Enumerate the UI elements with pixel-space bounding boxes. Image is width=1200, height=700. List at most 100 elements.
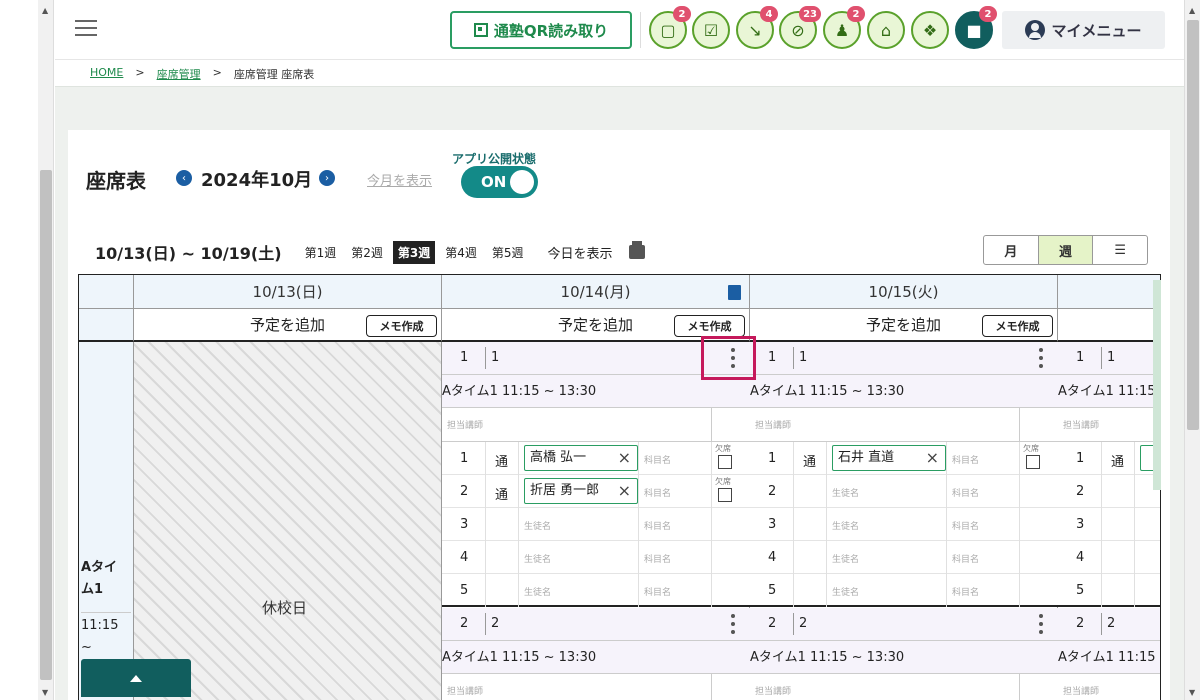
subject-field[interactable]: 科目名	[952, 519, 979, 532]
seat-row[interactable]: 4	[1058, 541, 1160, 574]
my-menu-button[interactable]: マイメニュー	[1002, 11, 1165, 49]
memo-create-button[interactable]: メモ作成	[366, 315, 437, 337]
more-options-icon[interactable]	[1038, 614, 1044, 634]
student-chip[interactable]: 高橋 弘一 ×	[524, 445, 638, 471]
subject-field[interactable]: 科目名	[952, 552, 979, 565]
add-schedule-cell[interactable]: 予定を追加 メモ作成	[134, 309, 442, 342]
scroll-down-icon[interactable]: ▼	[42, 688, 48, 697]
seat-number: 5	[1076, 583, 1085, 598]
memo-create-button[interactable]: メモ作成	[674, 315, 745, 337]
student-field[interactable]: 生徒名	[524, 552, 551, 565]
qr-scan-button[interactable]: 通塾QR読み取り	[450, 11, 632, 49]
view-month-button[interactable]: 月	[984, 236, 1039, 264]
printer-icon[interactable]	[628, 241, 645, 259]
seat-row[interactable]: 1 通	[1058, 442, 1160, 475]
student-field[interactable]: 生徒名	[832, 519, 859, 532]
seat-row[interactable]: 2	[1058, 475, 1160, 508]
publish-toggle[interactable]: ON	[461, 166, 538, 198]
seat-row[interactable]: 1 通 高橋 弘一 × 科目名 欠席	[442, 442, 750, 475]
seat-row[interactable]: 3 生徒名 科目名	[442, 508, 750, 541]
subject-field[interactable]: 科目名	[644, 519, 671, 532]
app-header: 通塾QR読み取り ▢ 2 ☑ ↘ 4 ⊘ 23 ♟ 2 ⌂ ❖ ■ 2 マイメニュー	[55, 0, 1184, 60]
breadcrumb-seat-mgmt[interactable]: 座席管理	[157, 66, 201, 82]
subject-field[interactable]: 科目名	[644, 585, 671, 598]
week-4-tab[interactable]: 第4週	[440, 241, 482, 264]
teacher-row[interactable]: 担当講師	[750, 674, 1058, 700]
seat-row[interactable]: 5 生徒名 科目名	[442, 574, 750, 607]
seat-row[interactable]: 3 生徒名 科目名	[750, 508, 1058, 541]
class-sub-no: 1	[793, 347, 807, 369]
chat-icon[interactable]: ▢ 2	[649, 6, 691, 49]
student-chip[interactable]: 折居 勇一郎 ×	[524, 478, 638, 504]
seat-number: 2	[1076, 484, 1085, 499]
view-list-icon[interactable]: ☰	[1093, 236, 1147, 264]
absent-checkbox[interactable]	[718, 455, 732, 469]
scroll-to-top-button[interactable]	[81, 659, 191, 697]
more-options-icon[interactable]	[730, 614, 736, 634]
view-week-button[interactable]: 週	[1038, 236, 1094, 264]
student-field[interactable]: 生徒名	[832, 585, 859, 598]
prev-month-icon[interactable]: ‹	[176, 170, 192, 186]
seat-row[interactable]: 4 生徒名 科目名	[442, 541, 750, 574]
week-5-tab[interactable]: 第5週	[487, 241, 529, 264]
week-1-tab[interactable]: 第1週	[300, 241, 342, 264]
remove-icon[interactable]: ×	[618, 479, 631, 503]
teacher-row[interactable]: 担当講師	[442, 408, 750, 442]
document-icon[interactable]	[728, 285, 741, 300]
seat-row[interactable]: 4 生徒名 科目名	[750, 541, 1058, 574]
show-this-month-link[interactable]: 今月を表示	[367, 170, 432, 189]
scroll-up-icon[interactable]: ▲	[42, 6, 48, 15]
seat-row[interactable]: 2 生徒名 科目名	[750, 475, 1058, 508]
subject-field[interactable]: 科目名	[644, 552, 671, 565]
seat-table: 10/13(日) 予定を追加 メモ作成 10/14(月) 予定を追加 メモ作成 …	[78, 274, 1161, 700]
student-field[interactable]: 生徒名	[832, 552, 859, 565]
bank-icon[interactable]: ⌂	[867, 11, 905, 49]
group-icon[interactable]: ♟ 2	[823, 6, 865, 49]
teacher-row[interactable]: 担当講師	[750, 408, 1058, 442]
subject-field[interactable]: 科目名	[644, 453, 671, 466]
seat-row[interactable]: 5	[1058, 574, 1160, 607]
scroll-up-icon[interactable]: ▲	[1189, 6, 1195, 15]
breadcrumb-home[interactable]: HOME	[90, 66, 123, 82]
teacher-row[interactable]: 担当講師	[1058, 408, 1160, 442]
next-month-icon[interactable]: ›	[319, 170, 335, 186]
student-field[interactable]: 生徒名	[832, 486, 859, 499]
absent-checkbox[interactable]	[718, 488, 732, 502]
show-today-link[interactable]: 今日を表示	[547, 243, 612, 262]
add-schedule-cell-partial[interactable]	[1058, 309, 1160, 342]
absent-checkbox[interactable]	[1026, 455, 1040, 469]
remove-icon[interactable]: ×	[618, 446, 631, 470]
seat-row[interactable]: 3	[1058, 508, 1160, 541]
scroll-thumb[interactable]	[1187, 20, 1199, 430]
subject-field[interactable]: 科目名	[952, 486, 979, 499]
subject-field[interactable]: 科目名	[644, 486, 671, 499]
seat-row[interactable]: 2 通 折居 勇一郎 × 科目名 欠席	[442, 475, 750, 508]
subject-field[interactable]: 科目名	[952, 585, 979, 598]
scroll-down-icon[interactable]: ▼	[1189, 688, 1195, 697]
message-icon[interactable]: ■ 2	[955, 6, 997, 49]
memo-create-button[interactable]: メモ作成	[982, 315, 1053, 337]
remove-icon[interactable]: ×	[926, 446, 939, 470]
no-entry-icon[interactable]: ⊘ 23	[779, 6, 821, 49]
seat-row[interactable]: 5 生徒名 科目名	[750, 574, 1058, 607]
more-options-icon[interactable]	[1038, 348, 1044, 368]
student-field[interactable]: 生徒名	[524, 585, 551, 598]
checklist-icon[interactable]: ☑	[692, 11, 730, 49]
subject-field[interactable]: 科目名	[952, 453, 979, 466]
hamburger-menu-icon[interactable]	[75, 20, 97, 38]
seat-row[interactable]: 1 通 石井 直道 × 科目名 欠席	[750, 442, 1058, 475]
teacher-row[interactable]: 担当講師	[442, 674, 750, 700]
student-chip[interactable]: 石井 直道 ×	[832, 445, 946, 471]
week-3-tab[interactable]: 第3週	[392, 240, 436, 264]
scroll-thumb[interactable]	[40, 170, 52, 680]
teacher-row[interactable]: 担当講師	[1058, 674, 1160, 700]
student-field[interactable]: 生徒名	[524, 519, 551, 532]
add-schedule-cell[interactable]: 予定を追加 メモ作成	[750, 309, 1058, 342]
class-no: 2	[768, 616, 777, 631]
left-scrollbar[interactable]: ▲ ▼	[38, 0, 54, 700]
gift-icon[interactable]: ❖	[911, 11, 949, 49]
table-scroll-indicator[interactable]	[1153, 280, 1161, 490]
week-2-tab[interactable]: 第2週	[346, 241, 388, 264]
arrows-in-icon[interactable]: ↘ 4	[736, 6, 778, 49]
right-scrollbar[interactable]: ▲ ▼	[1184, 0, 1200, 700]
